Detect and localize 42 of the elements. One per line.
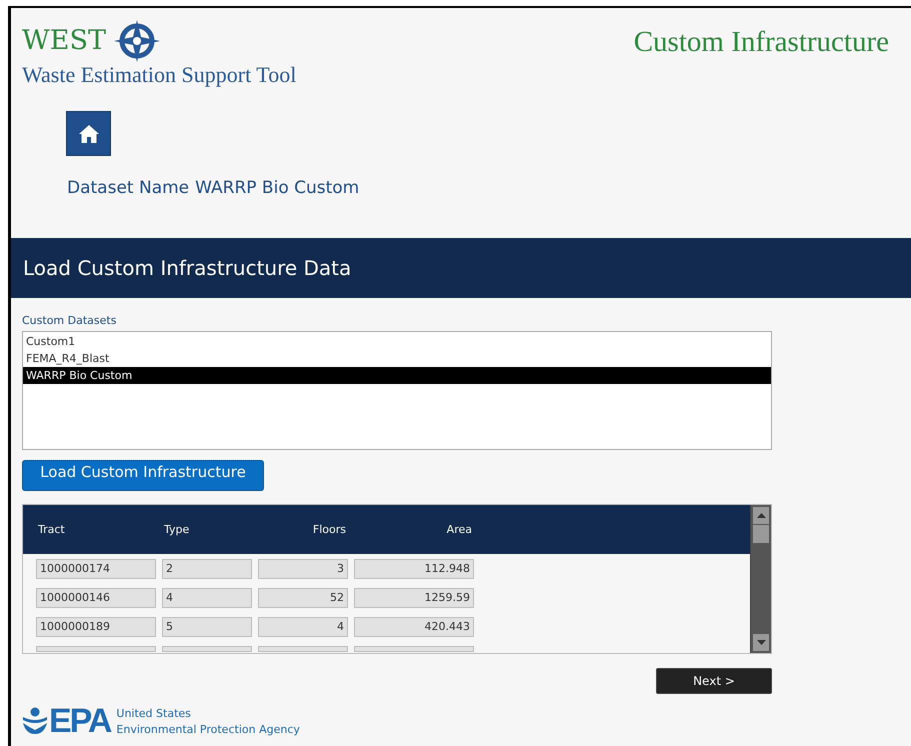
- home-icon: [78, 124, 100, 144]
- table-cell: 1000000174: [36, 559, 156, 579]
- next-button[interactable]: Next >: [656, 668, 772, 694]
- table-cell: 3: [258, 559, 348, 579]
- down-triangle-icon: [756, 640, 766, 645]
- scroll-thumb[interactable]: [753, 525, 769, 543]
- scroll-up-button[interactable]: [753, 507, 769, 524]
- dataset-list-item[interactable]: FEMA_R4_Blast: [23, 350, 771, 367]
- column-header: Type: [163, 523, 190, 536]
- dataset-name-label: Dataset Name: [67, 178, 190, 198]
- table-cell: 52: [258, 588, 348, 608]
- agency-country: United States: [116, 706, 192, 720]
- table-cell: 1000000146: [36, 588, 156, 608]
- compass-logo-icon: [114, 20, 160, 62]
- page-title: Custom Infrastructure: [634, 26, 889, 60]
- list-label: Custom Datasets: [22, 314, 116, 327]
- table-cell: 1259.59: [354, 588, 474, 608]
- table-cell: 1000000189: [36, 617, 156, 637]
- home-button[interactable]: [66, 111, 111, 156]
- scroll-down-button[interactable]: [753, 634, 769, 651]
- table-cell: 420.443: [354, 617, 474, 637]
- up-triangle-icon: [756, 513, 766, 518]
- dataset-list-item[interactable]: Custom1: [23, 333, 771, 350]
- dataset-list-item[interactable]: WARRP Bio Custom: [23, 367, 771, 384]
- dataset-list[interactable]: Custom1 FEMA_R4_Blast WARRP Bio Custom: [22, 331, 772, 450]
- table-cell: 2: [162, 559, 252, 579]
- app-short-name: WEST: [22, 24, 106, 58]
- table-cell: 4: [258, 617, 348, 637]
- column-header: Floors: [312, 523, 347, 536]
- epa-logo-text: EPA: [49, 706, 110, 736]
- table-cell: 5: [162, 617, 252, 637]
- agency-name: Environmental Protection Agency: [116, 722, 300, 736]
- app-full-name: Waste Estimation Support Tool: [22, 62, 296, 88]
- dataset-name-value: WARRP Bio Custom: [195, 178, 360, 198]
- load-data-button[interactable]: Load Custom Infrastructure: [22, 460, 264, 491]
- table-cell: 4: [162, 588, 252, 608]
- table-cell: 112.948: [354, 559, 474, 579]
- epa-emblem-icon: [22, 707, 48, 735]
- column-header: Area: [446, 523, 473, 536]
- scrollbar[interactable]: [750, 505, 771, 653]
- section-title: Load Custom Infrastructure Data: [23, 256, 352, 280]
- column-header: Tract: [37, 523, 66, 536]
